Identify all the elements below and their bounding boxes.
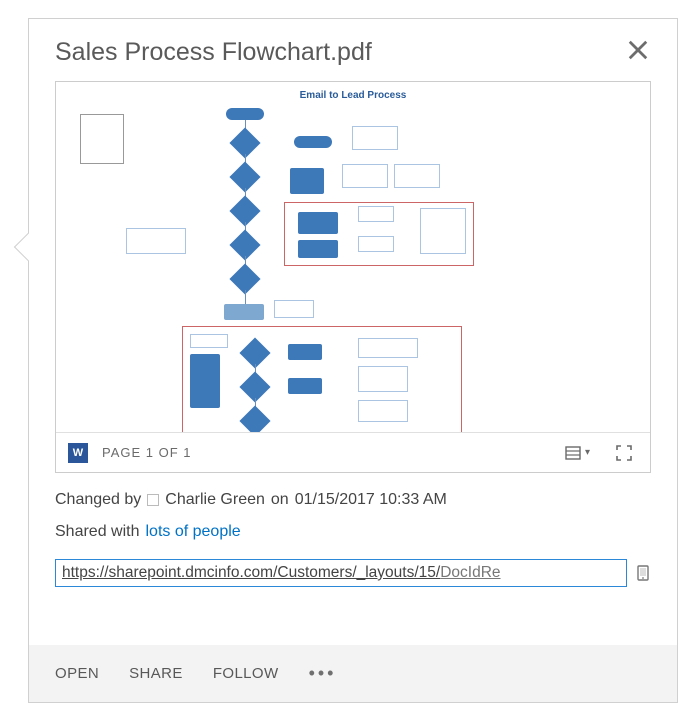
document-preview: Email to Lead Process — [55, 81, 651, 473]
flow-annotation — [358, 236, 394, 252]
flowchart-title: Email to Lead Process — [66, 90, 640, 101]
flow-annotation — [358, 400, 408, 422]
flow-annotation — [358, 206, 394, 222]
flow-annotation — [358, 338, 418, 358]
flow-annotation — [420, 208, 466, 254]
shared-with-line: Shared with lots of people — [29, 523, 677, 541]
chevron-down-icon: ▾ — [585, 447, 590, 458]
flow-annotation — [342, 164, 388, 188]
page-indicator: PAGE 1 OF 1 — [102, 445, 192, 460]
fullscreen-button[interactable] — [610, 443, 638, 463]
flow-process-node — [290, 168, 324, 194]
close-button[interactable] — [625, 37, 651, 63]
flow-annotation — [352, 126, 398, 150]
preview-thumbnail[interactable]: Email to Lead Process — [56, 82, 650, 432]
device-icon — [635, 565, 651, 581]
shared-with-link[interactable]: lots of people — [146, 523, 241, 541]
preview-footer: W PAGE 1 OF 1 ▾ — [56, 432, 650, 472]
flow-annotation — [394, 164, 440, 188]
callout-pointer — [14, 233, 42, 261]
flowchart-graphic — [66, 108, 640, 432]
flow-annotation — [274, 300, 314, 318]
changed-by-line: Changed by Charlie Green on 01/15/2017 1… — [29, 491, 677, 509]
legend-box — [80, 114, 124, 164]
view-options-button[interactable]: ▾ — [559, 443, 596, 463]
fullscreen-icon — [616, 445, 632, 461]
flow-process-node — [298, 240, 338, 258]
changed-by-label: Changed by — [55, 491, 141, 509]
flow-annotation — [190, 334, 228, 348]
flow-annotation — [126, 228, 186, 254]
flow-annotation — [358, 366, 408, 392]
flow-process-node — [288, 344, 322, 360]
list-icon — [565, 445, 581, 461]
shared-with-label: Shared with — [55, 523, 140, 541]
close-icon — [627, 39, 649, 61]
document-url-row: https://sharepoint.dmcinfo.com/Customers… — [29, 559, 677, 587]
presence-indicator-icon — [147, 494, 159, 506]
file-title: Sales Process Flowchart.pdf — [55, 37, 372, 67]
flow-terminator-node — [294, 136, 332, 148]
flow-process-node — [288, 378, 322, 394]
flow-process-node — [298, 212, 338, 234]
modified-datetime: 01/15/2017 10:33 AM — [295, 491, 447, 509]
flow-process-node — [190, 354, 220, 408]
url-text-trailing: DocIdRe — [440, 564, 500, 581]
follow-button[interactable]: FOLLOW — [213, 665, 279, 682]
callout-header: Sales Process Flowchart.pdf — [29, 19, 677, 77]
file-preview-callout: Sales Process Flowchart.pdf Email to Lea… — [28, 18, 678, 703]
actions-bar: OPEN SHARE FOLLOW ••• — [29, 645, 677, 702]
more-actions-button[interactable]: ••• — [309, 663, 337, 684]
flow-start-node — [226, 108, 264, 120]
flow-process-node — [224, 304, 264, 320]
copy-url-button[interactable] — [635, 565, 651, 581]
open-button[interactable]: OPEN — [55, 665, 99, 682]
document-url-field[interactable]: https://sharepoint.dmcinfo.com/Customers… — [55, 559, 627, 587]
author-name[interactable]: Charlie Green — [165, 491, 265, 509]
word-app-icon[interactable]: W — [68, 443, 88, 463]
on-label: on — [271, 491, 289, 509]
url-text-prefix: https://sharepoint.dmcinfo.com/Customers… — [62, 564, 440, 581]
share-button[interactable]: SHARE — [129, 665, 183, 682]
